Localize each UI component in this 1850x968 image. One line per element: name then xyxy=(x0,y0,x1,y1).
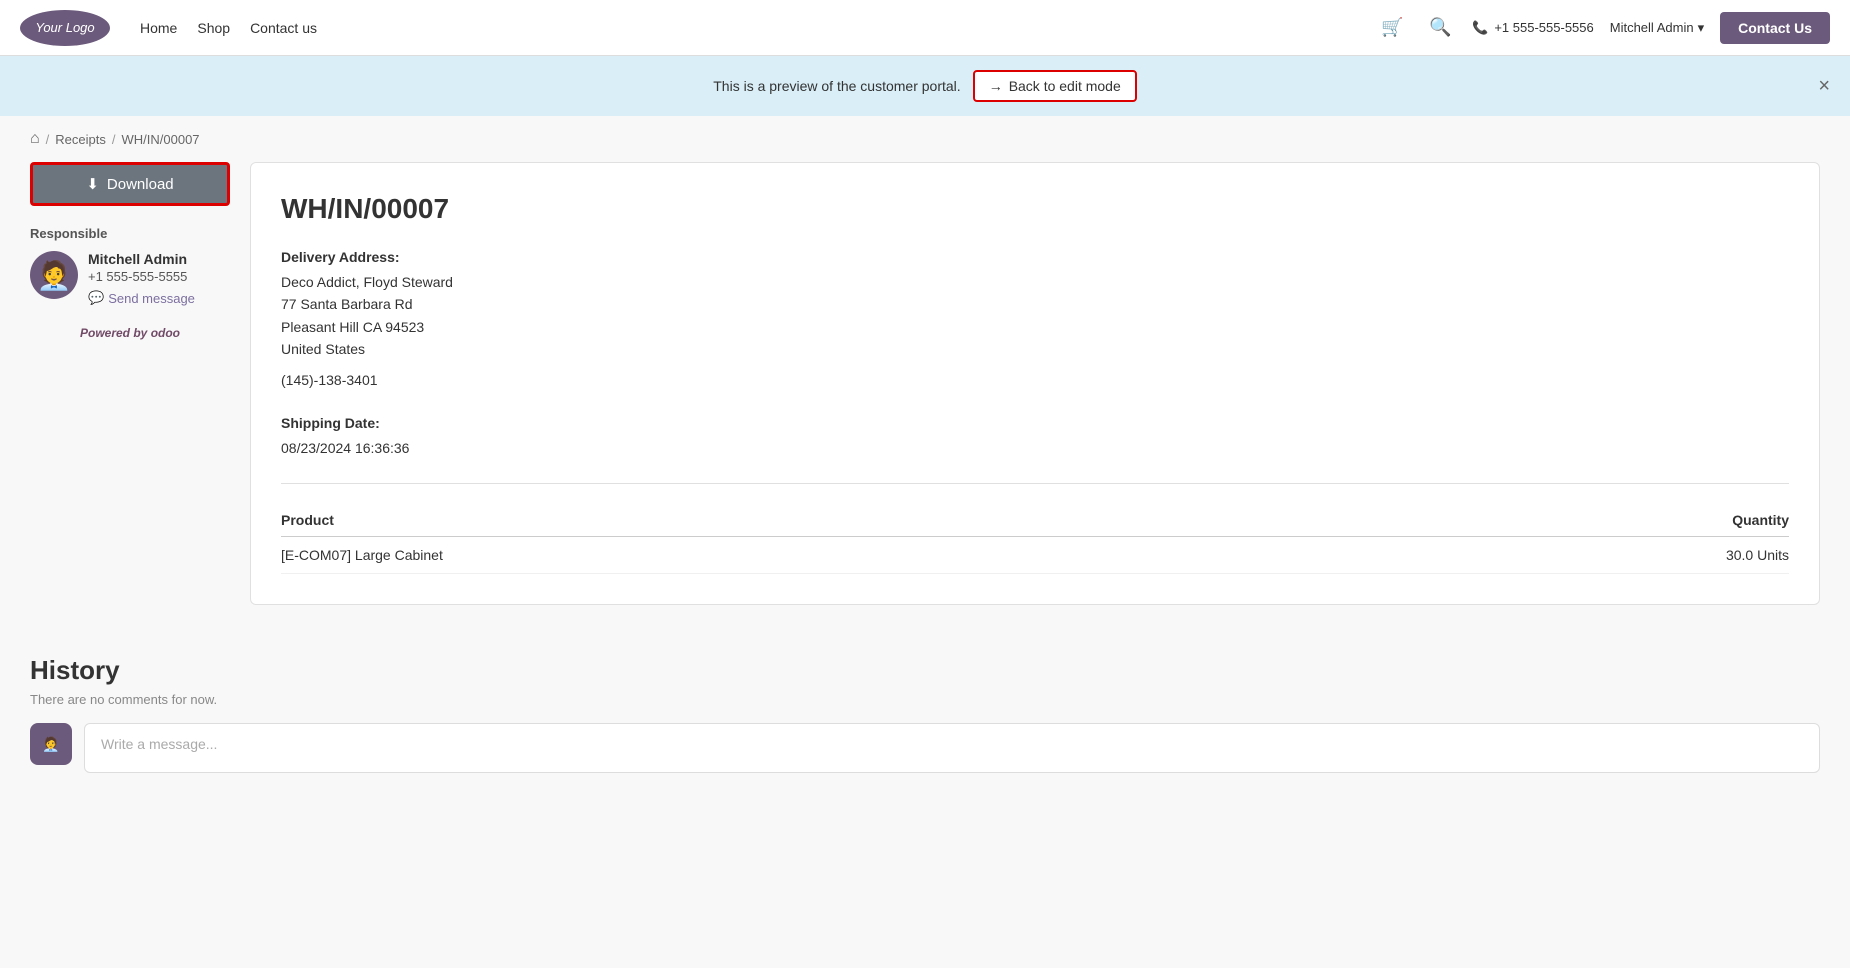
user-name: Mitchell Admin xyxy=(1610,20,1694,35)
download-icon: ⬇ xyxy=(86,175,99,193)
send-message-link[interactable]: 💬 Send message xyxy=(88,290,195,306)
delivery-city: Pleasant Hill CA 94523 xyxy=(281,316,1789,338)
product-table: Product Quantity [E-COM07] Large Cabinet… xyxy=(281,504,1789,574)
phone-icon: 📞 xyxy=(1472,20,1488,36)
message-placeholder: Write a message... xyxy=(101,736,217,752)
responsible-details: Mitchell Admin +1 555-555-5555 💬 Send me… xyxy=(88,251,195,306)
breadcrumb-sep-1: / xyxy=(46,132,50,147)
responsible-info: 🧑‍💼 Mitchell Admin +1 555-555-5555 💬 Sen… xyxy=(30,251,230,306)
receipt-title: WH/IN/00007 xyxy=(281,193,1789,225)
table-row: [E-COM07] Large Cabinet 30.0 Units xyxy=(281,537,1789,574)
responsible-name: Mitchell Admin xyxy=(88,251,195,267)
delivery-country: United States xyxy=(281,338,1789,360)
breadcrumb-home[interactable]: ⌂ xyxy=(30,130,40,148)
sidebar: ⬇ Download Responsible 🧑‍💼 Mitchell Admi… xyxy=(30,162,230,605)
home-icon: ⌂ xyxy=(30,130,40,147)
delivery-phone: (145)-138-3401 xyxy=(281,369,1789,391)
shipping-date-value: 08/23/2024 16:36:36 xyxy=(281,437,1789,459)
preview-banner-text: This is a preview of the customer portal… xyxy=(713,78,960,94)
message-input[interactable]: Write a message... xyxy=(84,723,1820,773)
breadcrumb-receipts[interactable]: Receipts xyxy=(55,132,106,147)
main-layout: ⬇ Download Responsible 🧑‍💼 Mitchell Admi… xyxy=(0,162,1850,635)
download-label: Download xyxy=(107,176,174,193)
cart-button[interactable]: 🛒 xyxy=(1376,12,1408,44)
message-icon: 💬 xyxy=(88,290,104,306)
arrow-icon: → xyxy=(989,78,1003,94)
contact-us-button[interactable]: Contact Us xyxy=(1720,12,1830,44)
phone-display: 📞 +1 555-555-5556 xyxy=(1472,20,1594,36)
powered-by-label: Powered by xyxy=(80,326,147,340)
delivery-name: Deco Addict, Floyd Steward xyxy=(281,271,1789,293)
logo[interactable]: Your Logo xyxy=(20,10,110,46)
powered-by-brand: odoo xyxy=(151,326,180,340)
chevron-down-icon: ▾ xyxy=(1698,20,1705,36)
message-avatar: 🧑‍💼 xyxy=(30,723,72,765)
search-button[interactable]: 🔍 xyxy=(1424,12,1456,44)
nav-contact-us[interactable]: Contact us xyxy=(250,20,317,36)
navbar-links: Home Shop Contact us xyxy=(140,20,1376,36)
logo-text: Your Logo xyxy=(35,20,94,35)
content-card: WH/IN/00007 Delivery Address: Deco Addic… xyxy=(250,162,1820,605)
preview-close-button[interactable]: × xyxy=(1818,75,1830,98)
product-cell: [E-COM07] Large Cabinet xyxy=(281,537,1366,574)
receipt-divider xyxy=(281,483,1789,484)
phone-number: +1 555-555-5556 xyxy=(1494,20,1593,35)
nav-shop[interactable]: Shop xyxy=(197,20,230,36)
breadcrumb-sep-2: / xyxy=(112,132,116,147)
quantity-cell: 30.0 Units xyxy=(1366,537,1789,574)
nav-home[interactable]: Home xyxy=(140,20,177,36)
history-section: History There are no comments for now. 🧑… xyxy=(0,635,1850,793)
delivery-address-label: Delivery Address: xyxy=(281,249,1789,265)
download-button[interactable]: ⬇ Download xyxy=(30,162,230,206)
shipping-date-section: Shipping Date: 08/23/2024 16:36:36 xyxy=(281,415,1789,459)
back-to-edit-button[interactable]: → Back to edit mode xyxy=(973,70,1137,102)
breadcrumb-current: WH/IN/00007 xyxy=(122,132,200,147)
logo-oval: Your Logo xyxy=(20,10,110,46)
col-product: Product xyxy=(281,504,1366,537)
back-to-edit-label: Back to edit mode xyxy=(1009,78,1121,94)
col-quantity: Quantity xyxy=(1366,504,1789,537)
send-message-label: Send message xyxy=(108,291,195,306)
responsible-phone: +1 555-555-5555 xyxy=(88,269,195,284)
powered-by: Powered by odoo xyxy=(30,326,230,340)
shipping-date-label: Shipping Date: xyxy=(281,415,1789,431)
history-title: History xyxy=(30,655,1820,686)
delivery-address-section: Delivery Address: Deco Addict, Floyd Ste… xyxy=(281,249,1789,391)
message-input-area: 🧑‍💼 Write a message... xyxy=(30,723,1820,773)
message-avatar-face: 🧑‍💼 xyxy=(42,736,59,753)
delivery-address-value: Deco Addict, Floyd Steward 77 Santa Barb… xyxy=(281,271,1789,391)
responsible-label: Responsible xyxy=(30,226,230,241)
preview-banner: This is a preview of the customer portal… xyxy=(0,56,1850,116)
history-empty: There are no comments for now. xyxy=(30,692,1820,707)
delivery-street: 77 Santa Barbara Rd xyxy=(281,293,1789,315)
navbar-right: 🛒 🔍 📞 +1 555-555-5556 Mitchell Admin ▾ C… xyxy=(1376,12,1830,44)
responsible-section: Responsible 🧑‍💼 Mitchell Admin +1 555-55… xyxy=(30,226,230,306)
avatar-face: 🧑‍💼 xyxy=(37,259,72,292)
user-menu[interactable]: Mitchell Admin ▾ xyxy=(1610,20,1704,36)
navbar: Your Logo Home Shop Contact us 🛒 🔍 📞 +1 … xyxy=(0,0,1850,56)
avatar: 🧑‍💼 xyxy=(30,251,78,299)
breadcrumb: ⌂ / Receipts / WH/IN/00007 xyxy=(0,116,1850,162)
